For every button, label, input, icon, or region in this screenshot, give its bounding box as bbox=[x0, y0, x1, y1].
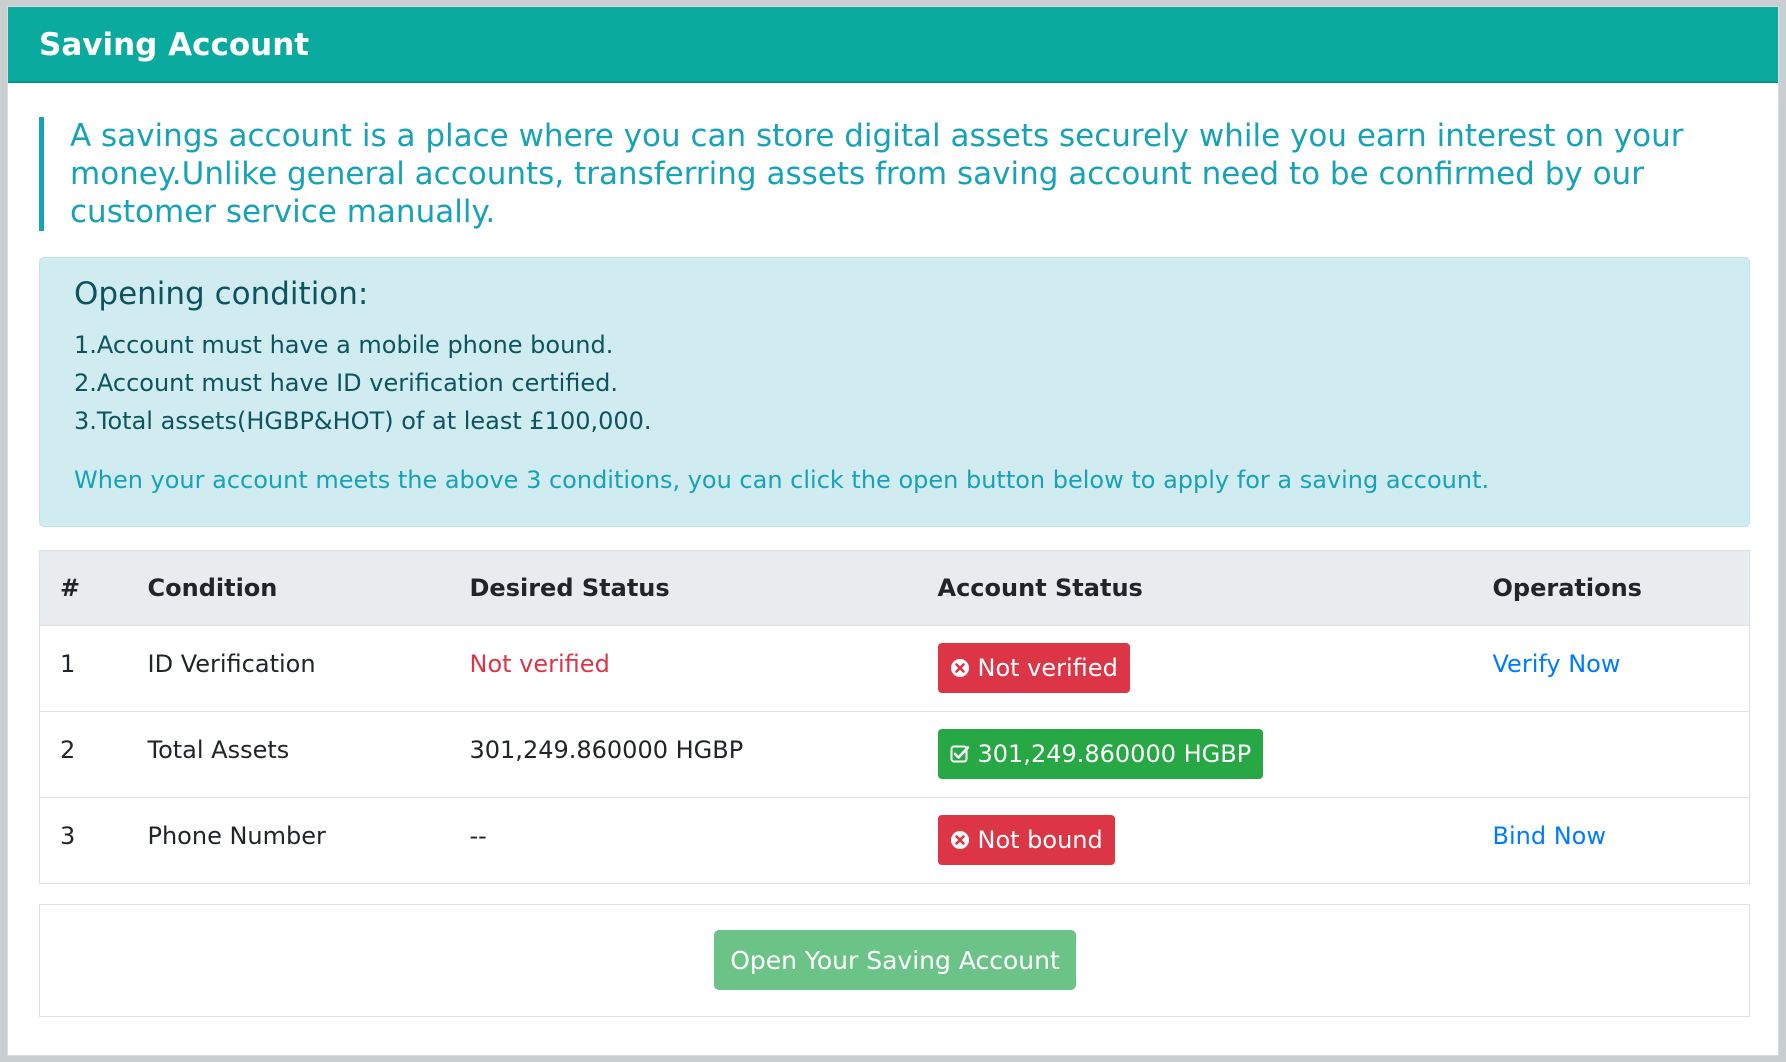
condition-item: 2.Account must have ID verification cert… bbox=[74, 369, 619, 397]
col-header-desired-status: Desired Status bbox=[449, 550, 918, 626]
status-badge-label: Not verified bbox=[977, 654, 1118, 682]
status-badge-label: Not bound bbox=[977, 826, 1103, 854]
open-saving-account-button[interactable]: Open Your Saving Account bbox=[714, 930, 1076, 990]
status-badge: 301,249.860000 HGBP bbox=[937, 729, 1264, 779]
col-header-condition: Condition bbox=[127, 550, 450, 626]
bind-now-link[interactable]: Bind Now bbox=[1493, 822, 1606, 850]
status-badge-label: 301,249.860000 HGBP bbox=[977, 740, 1252, 768]
condition-item: 1.Account must have a mobile phone bound… bbox=[74, 331, 614, 359]
row-account-status: 301,249.860000 HGBP bbox=[917, 711, 1473, 798]
row-desired-status: -- bbox=[449, 797, 918, 884]
row-condition: ID Verification bbox=[127, 625, 450, 712]
table-row: 3 Phone Number -- Not bound Bind Now bbox=[39, 797, 1750, 884]
condition-item: 3.Total assets(HGBP&HOT) of at least £10… bbox=[74, 407, 652, 435]
times-circle-icon bbox=[950, 659, 969, 677]
row-number: 2 bbox=[39, 711, 128, 798]
check-square-icon bbox=[950, 745, 969, 763]
status-badge: Not verified bbox=[937, 643, 1130, 693]
status-badge: Not bound bbox=[937, 815, 1115, 865]
col-header-operations: Operations bbox=[1472, 550, 1750, 626]
row-operation: Bind Now bbox=[1472, 797, 1750, 884]
row-account-status: Not verified bbox=[917, 625, 1473, 712]
row-condition: Phone Number bbox=[127, 797, 450, 884]
row-operation bbox=[1472, 711, 1750, 798]
conditions-heading: Opening condition: bbox=[74, 276, 369, 312]
open-account-box: Open Your Saving Account bbox=[39, 904, 1750, 1017]
row-desired-status: Not verified bbox=[449, 625, 918, 712]
col-header-account-status: Account Status bbox=[917, 550, 1473, 626]
col-header-number: # bbox=[39, 550, 128, 626]
conditions-note: When your account meets the above 3 cond… bbox=[74, 466, 1490, 494]
opening-conditions-box: Opening condition: 1.Account must have a… bbox=[39, 257, 1750, 527]
row-operation: Verify Now bbox=[1472, 625, 1750, 712]
row-account-status: Not bound bbox=[917, 797, 1473, 884]
table-header-row: # Condition Desired Status Account Statu… bbox=[39, 550, 1750, 626]
intro-text: A savings account is a place where you c… bbox=[39, 117, 1739, 231]
conditions-table: # Condition Desired Status Account Statu… bbox=[39, 550, 1750, 884]
saving-account-panel: Saving Account A savings account is a pl… bbox=[7, 6, 1779, 1056]
row-desired-status: 301,249.860000 HGBP bbox=[449, 711, 918, 798]
table-row: 2 Total Assets 301,249.860000 HGBP 301,2… bbox=[39, 711, 1750, 798]
row-number: 3 bbox=[39, 797, 128, 884]
row-number: 1 bbox=[39, 625, 128, 712]
verify-now-link[interactable]: Verify Now bbox=[1493, 650, 1621, 678]
panel-title: Saving Account bbox=[8, 7, 1778, 83]
table-row: 1 ID Verification Not verified Not verif… bbox=[39, 625, 1750, 712]
row-condition: Total Assets bbox=[127, 711, 450, 798]
times-circle-icon bbox=[950, 831, 969, 849]
